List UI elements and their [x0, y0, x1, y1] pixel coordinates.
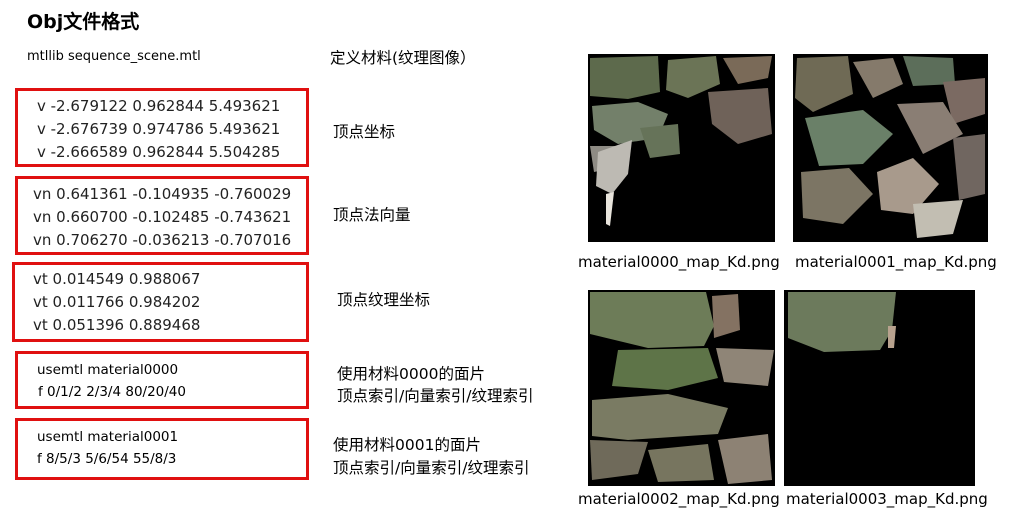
- texture-caption-material0002: material0002_map_Kd.png: [578, 490, 780, 508]
- texture-caption-material0001: material0001_map_Kd.png: [795, 253, 997, 271]
- normal-line: vn 0.660700 -0.102485 -0.743621: [33, 208, 292, 226]
- mtllib-line: mtllib sequence_scene.mtl: [27, 49, 201, 64]
- texcoord-box: vt 0.014549 0.988067 vt 0.011766 0.98420…: [12, 262, 309, 342]
- usemtl-line: usemtl material0000: [37, 362, 179, 378]
- texcoord-line: vt 0.014549 0.988067: [33, 270, 201, 288]
- normal-box: vn 0.641361 -0.104935 -0.760029 vn 0.660…: [15, 176, 309, 255]
- texture-image-material0003: [784, 290, 975, 486]
- texture-image-material0002: [588, 290, 775, 486]
- label-texcoord: 顶点纹理坐标: [337, 291, 431, 309]
- texcoord-line: vt 0.011766 0.984202: [33, 293, 201, 311]
- face-line: f 8/5/3 5/6/54 55/8/3: [37, 451, 177, 467]
- label-vertex: 顶点坐标: [333, 123, 396, 141]
- texture-caption-material0003: material0003_map_Kd.png: [786, 490, 988, 508]
- texture-image-material0001: [793, 54, 988, 242]
- label-face2-material: 使用材料0001的面片: [333, 436, 481, 454]
- label-normal: 顶点法向量: [333, 206, 411, 224]
- normal-line: vn 0.706270 -0.036213 -0.707016: [33, 231, 292, 249]
- vertex-line: v -2.666589 0.962844 5.504285: [37, 143, 281, 161]
- vertex-line: v -2.679122 0.962844 5.493621: [37, 97, 281, 115]
- usemtl-line: usemtl material0001: [37, 429, 179, 445]
- label-face1-index: 顶点索引/向量索引/纹理索引: [337, 387, 534, 405]
- face-line: f 0/1/2 2/3/4 80/20/40: [38, 384, 186, 400]
- face-box-material0001: usemtl material0001 f 8/5/3 5/6/54 55/8/…: [15, 418, 309, 480]
- vertex-line: v -2.676739 0.974786 5.493621: [37, 120, 281, 138]
- label-face2-index: 顶点索引/向量索引/纹理索引: [333, 459, 530, 477]
- page-title: Obj文件格式: [27, 11, 140, 33]
- normal-line: vn 0.641361 -0.104935 -0.760029: [33, 185, 292, 203]
- texture-caption-material0000: material0000_map_Kd.png: [578, 253, 780, 271]
- texture-image-material0000: [588, 54, 775, 242]
- label-face1-material: 使用材料0000的面片: [337, 365, 485, 383]
- vertex-box: v -2.679122 0.962844 5.493621 v -2.67673…: [15, 88, 309, 167]
- label-material-def: 定义材料(纹理图像）: [330, 49, 476, 67]
- face-box-material0000: usemtl material0000 f 0/1/2 2/3/4 80/20/…: [15, 351, 309, 409]
- texcoord-line: vt 0.051396 0.889468: [33, 316, 201, 334]
